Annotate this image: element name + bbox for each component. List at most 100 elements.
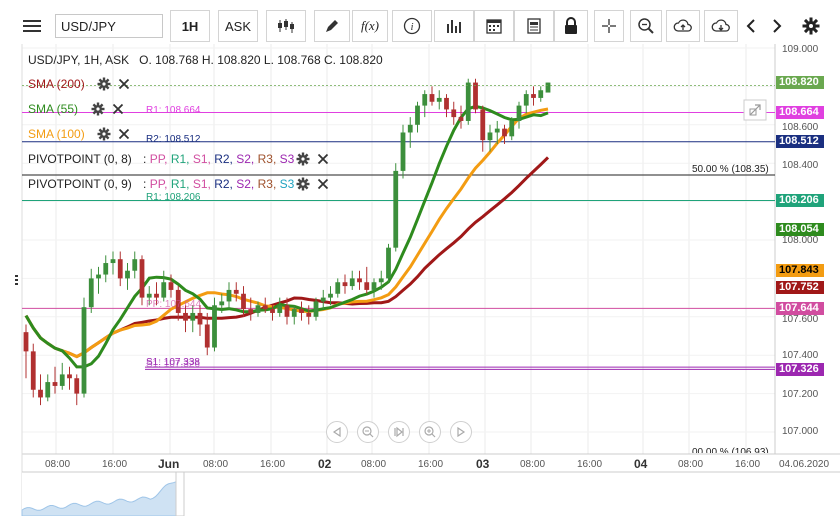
ohlc-info: USD/JPY, 1H, ASK O. 108.768 H. 108.820 L…: [28, 53, 383, 67]
candle: [393, 163, 399, 252]
price-tag: 108.206: [776, 193, 824, 207]
candle-type-icon: [278, 19, 294, 33]
zoom-out-icon: [362, 426, 374, 438]
time-tick: 16:00: [577, 459, 603, 470]
gear-icon: [802, 17, 820, 35]
pivot2-label[interactable]: PIVOTPOINT (0, 9): [28, 177, 132, 191]
price-type-button[interactable]: ASK: [218, 10, 258, 42]
hamburger-icon: [23, 20, 41, 32]
calendar-icon: [486, 19, 502, 34]
pivot2-params: : PP, R1, S1, R2, S2, R3, S3: [143, 177, 295, 191]
bars-icon: [447, 20, 461, 33]
time-tick-day: 02: [318, 457, 332, 471]
price-tag: 107.843: [776, 263, 824, 277]
time-tick-date: 04.06.2020: [779, 459, 830, 470]
chart-toolbar: 1H ASK f(x) i: [0, 0, 840, 44]
candle: [386, 243, 391, 283]
lock-button[interactable]: [554, 10, 588, 42]
price-tick: 108.600: [782, 122, 819, 133]
triangle-left-icon: [332, 427, 341, 437]
volume-button[interactable]: [434, 10, 474, 42]
time-tick: 08:00: [203, 459, 229, 470]
level-r1a-label: R1: 108.664: [146, 105, 201, 116]
cloud-upload-icon: [673, 19, 692, 32]
time-tick-day: 03: [476, 457, 490, 471]
crosshair-button[interactable]: [594, 10, 624, 42]
fx-label: f(x): [360, 18, 380, 33]
nav-forward-button[interactable]: [450, 421, 472, 443]
info-icon: i: [403, 17, 421, 35]
chart-type-button[interactable]: [266, 10, 306, 42]
news-button[interactable]: [514, 10, 554, 42]
expand-icon[interactable]: [743, 99, 767, 121]
price-tag: 107.752: [776, 281, 824, 295]
scroll-right-button[interactable]: [764, 10, 790, 42]
price-tick: 107.200: [782, 389, 819, 400]
time-tick: 08:00: [361, 459, 387, 470]
download-button[interactable]: [704, 10, 738, 42]
nav-zoom-in-button[interactable]: [419, 421, 441, 443]
symbol-input[interactable]: [55, 14, 163, 38]
triangle-right-icon: [457, 427, 466, 437]
zoom-icon: [638, 18, 654, 34]
chevron-right-icon: [773, 19, 782, 33]
document-icon: [527, 18, 541, 34]
time-tick-day: Jun: [158, 457, 180, 471]
zoom-in-icon: [424, 426, 436, 438]
timeframe-label: 1H: [181, 18, 199, 34]
pane-drag-handle[interactable]: [15, 275, 18, 285]
menu-button[interactable]: [14, 10, 50, 42]
level-r2-label: R2: 108.512: [146, 134, 201, 145]
price-tag: 107.326: [776, 362, 824, 376]
level-s2-label: S1: 107.326: [146, 359, 200, 370]
price-tag: 108.664: [776, 106, 824, 119]
zoom-button[interactable]: [630, 10, 662, 42]
chevron-left-icon: [746, 19, 755, 33]
time-tick: 16:00: [260, 459, 286, 470]
upload-button[interactable]: [666, 10, 700, 42]
price-tag: 108.512: [776, 135, 824, 149]
nav-back-button[interactable]: [326, 421, 348, 443]
time-tick: 16:00: [102, 459, 128, 470]
reset-icon: [394, 426, 404, 438]
indicators-button[interactable]: f(x): [352, 10, 388, 42]
price-tag: 108.054: [776, 223, 824, 237]
price-tick: 107.400: [782, 350, 819, 361]
candle: [400, 124, 406, 179]
candle: [545, 82, 551, 93]
chart-canvas[interactable]: [0, 44, 840, 516]
time-tick: 08:00: [45, 459, 71, 470]
calendar-button[interactable]: [474, 10, 514, 42]
time-tick: 08:00: [678, 459, 704, 470]
draw-button[interactable]: [314, 10, 350, 42]
pivot1-params: : PP, R1, S1, R2, S2, R3, S3: [143, 152, 295, 166]
timeframe-button[interactable]: 1H: [170, 10, 210, 42]
settings-button[interactable]: [796, 10, 826, 42]
level-pp-label: PP: 107.644: [146, 299, 202, 310]
nav-reset-button[interactable]: [388, 421, 410, 443]
crosshair-icon: [602, 19, 616, 33]
candle: [212, 297, 217, 352]
level-r1b-label: R1: 108.206: [146, 192, 201, 203]
level-fib50-label: 50.00 % (108.35): [692, 164, 769, 175]
navigator-handle[interactable]: [175, 471, 185, 516]
sma55-label[interactable]: SMA (55): [28, 102, 78, 116]
price-tick: 108.400: [782, 160, 819, 171]
time-tick-day: 04: [634, 457, 648, 471]
scroll-left-button[interactable]: [738, 10, 764, 42]
time-tick: 08:00: [520, 459, 546, 470]
candle: [473, 78, 478, 114]
svg-text:i: i: [410, 21, 413, 33]
info-button[interactable]: i: [392, 10, 432, 42]
cloud-download-icon: [711, 19, 730, 32]
price-tick: 109.000: [782, 44, 819, 55]
price-tick: 107.000: [782, 426, 819, 437]
price-tag: 107.644: [776, 301, 824, 315]
price-type-label: ASK: [224, 18, 251, 34]
time-tick: 16:00: [735, 459, 761, 470]
candle: [30, 343, 36, 398]
sma100-label[interactable]: SMA (100): [28, 127, 85, 141]
sma200-label[interactable]: SMA (200): [28, 77, 85, 91]
pivot1-label[interactable]: PIVOTPOINT (0, 8): [28, 152, 132, 166]
nav-zoom-out-button[interactable]: [357, 421, 379, 443]
